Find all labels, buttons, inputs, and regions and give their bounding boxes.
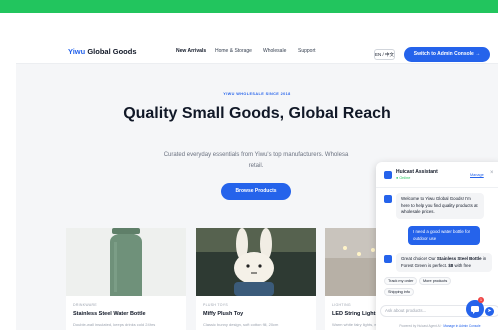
product-category: DRINKWARE [73,303,97,307]
bot-icon [384,255,392,263]
navbar: Yiwu Global Goods New Arrivals Home & St… [16,40,498,64]
bot-icon [384,195,392,203]
hero-subtitle: Curated everyday essentials from Yiwu's … [136,150,376,172]
storefront-page: Yiwu Global Goods New Arrivals Home & St… [16,40,498,330]
top-status-strip [0,0,498,13]
bot-message-product: Stainless Steel Bottle [436,256,482,261]
bot-message: Welcome to Yiwu Global Goods! I'm here t… [396,193,484,219]
product-category: PLUSH TOYS [203,303,229,307]
user-message: I need a good water bottle for outdoor u… [408,226,480,245]
browse-products-button[interactable]: Browse Products [221,183,291,200]
product-description: Double-wall insulated, keeps drinks cold… [73,322,156,327]
quick-reply-more-products[interactable]: More products [419,277,452,285]
chat-assistant-name: Huicast Assistant [396,169,438,175]
brand-suffix: Global Goods [87,47,137,56]
hero-subtitle-line2: retail. [248,163,264,169]
product-description: Classic bunny design, soft cotton fill, … [203,322,279,327]
chat-footer-text: Powered by Huicast Agent AI · [399,324,444,328]
chat-manage-link[interactable]: Manage [470,173,484,177]
notification-badge: 1 [478,297,484,303]
brand-logo[interactable]: Yiwu Global Goods [68,47,137,56]
nav-link-wholesale[interactable]: Wholesale [263,48,286,54]
bot-icon [384,171,392,179]
bot-message-text: with free [453,262,472,268]
product-title[interactable]: Stainless Steel Water Bottle [73,311,146,317]
chat-footer: Powered by Huicast Agent AI · Manage in … [376,324,498,328]
product-card[interactable]: DRINKWARE Stainless Steel Water Bottle D… [66,228,186,330]
admin-console-button[interactable]: Switch to Admin Console → [404,47,490,62]
brand-prefix: Yiwu [68,47,86,56]
admin-console-link[interactable]: Manage in Admin Console [443,324,480,328]
quick-reply-shipping-info[interactable]: Shipping info [384,288,414,296]
water-bottle-image [66,228,186,296]
product-category: LIGHTING [332,303,351,307]
nav-link-home-storage[interactable]: Home & Storage [215,48,252,54]
product-title[interactable]: Miffy Plush Toy [203,311,243,317]
send-icon[interactable]: ➤ [485,307,494,316]
plush-toy-image [196,228,316,296]
bot-message: Great choice! Our Stainless Steel Bottle… [396,253,492,272]
hero-eyebrow: YIWU WHOLESALE SINCE 2018 [223,92,291,96]
chat-status: ● Online [396,176,411,180]
quick-reply-track-order[interactable]: Track my order [384,277,418,285]
hero-subtitle-line1: Curated everyday essentials from Yiwu's … [163,152,349,158]
close-icon[interactable]: × [490,170,494,176]
nav-link-support[interactable]: Support [298,48,316,54]
language-toggle[interactable]: EN / 中文 [374,49,395,60]
bot-message-text: Great choice! Our [401,256,437,261]
browser-gap [0,13,498,40]
product-card[interactable]: PLUSH TOYS Miffy Plush Toy Classic bunny… [196,228,316,330]
chat-header: Huicast Assistant ● Online Manage × [376,162,498,188]
hero-title: Quality Small Goods, Global Reach [123,105,391,122]
nav-link-new-arrivals[interactable]: New Arrivals [176,48,206,54]
